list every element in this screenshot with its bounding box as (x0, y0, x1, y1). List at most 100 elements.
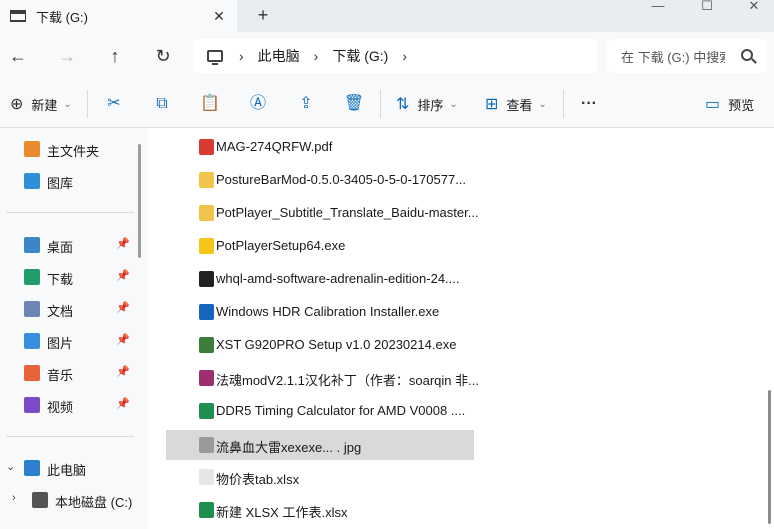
cut-icon[interactable]: ✂ (103, 93, 125, 115)
documents-icon (24, 301, 40, 317)
close-window-button[interactable]: ✕ (734, 0, 774, 14)
copy-icon[interactable]: ⧉ (151, 93, 173, 115)
file-row[interactable]: MAG-274QRFW.pdf (166, 132, 474, 162)
desktop-icon (24, 237, 40, 253)
new-button[interactable]: ⊕ 新建 ⌄ (10, 92, 72, 116)
search-input[interactable]: 在 下载 (G:) 中搜索 (621, 47, 725, 66)
file-row[interactable]: PostureBarMod-0.5.0-3405-0-5-0-170577... (166, 165, 474, 195)
pin-icon[interactable]: 📌 (116, 397, 130, 410)
file-row[interactable]: Windows HDR Calibration Installer.exe (166, 297, 474, 327)
file-type-icon (199, 304, 214, 320)
breadcrumb-downloads[interactable]: 下载 (G:) (332, 46, 388, 66)
nav-item-videos[interactable]: 视频 📌 (0, 391, 140, 419)
file-name: DDR5 Timing Calculator for AMD V0008 ...… (216, 403, 466, 418)
pin-icon[interactable]: 📌 (116, 237, 130, 250)
file-list: MAG-274QRFW.pdf PostureBarMod-0.5.0-3405-… (148, 128, 774, 529)
preview-pane-button[interactable]: ▭ 预览 (705, 92, 754, 116)
rename-icon[interactable]: Ⓐ (247, 93, 269, 115)
file-type-icon (199, 271, 214, 287)
new-tab-button[interactable]: + (252, 4, 274, 26)
view-label: 查看 (506, 97, 533, 113)
pin-icon[interactable]: 📌 (116, 301, 130, 314)
nav-item-downloads[interactable]: 下载 📌 (0, 263, 140, 291)
file-name: 流鼻血大雷xexexe... . jpg (216, 440, 362, 455)
nav-scrollbar[interactable] (138, 144, 141, 258)
tab-downloads[interactable]: 下载 (G:) ✕ (0, 0, 237, 32)
nav-item-desktop[interactable]: 桌面 📌 (0, 231, 140, 259)
nav-item-local-disk-c[interactable]: › 本地磁盘 (C:) (0, 486, 140, 514)
divider (87, 90, 88, 118)
nav-divider (6, 436, 134, 437)
file-row[interactable]: 流鼻血大雷xexexe... . jpg (166, 430, 474, 460)
file-name: whql-amd-software-adrenalin-edition-24..… (216, 271, 460, 286)
breadcrumb-this-pc[interactable]: 此电脑 (258, 46, 300, 66)
pin-icon[interactable]: 📌 (116, 333, 130, 346)
file-row[interactable]: whql-amd-software-adrenalin-edition-24..… (166, 264, 474, 294)
chevron-down-icon: ⌄ (449, 98, 458, 110)
address-bar[interactable]: › 此电脑 › 下载 (G:) › (193, 39, 597, 73)
more-options-icon[interactable]: ··· (578, 93, 600, 115)
back-button[interactable]: ← (6, 44, 30, 68)
preview-pane-icon: ▭ (705, 96, 721, 113)
view-button[interactable]: ⊞ 查看 ⌄ (485, 92, 547, 116)
nav-item-label: 音乐 (47, 368, 74, 383)
file-row[interactable]: PotPlayer_Subtitle_Translate_Baidu-maste… (166, 198, 479, 228)
chevron-right-icon[interactable]: › (12, 492, 16, 504)
up-button[interactable]: ↑ (103, 44, 127, 68)
file-type-icon (199, 469, 214, 485)
file-row[interactable]: PotPlayerSetup64.exe (166, 231, 474, 261)
close-tab-icon[interactable]: ✕ (209, 6, 229, 26)
delete-icon[interactable]: 🗑 (343, 93, 365, 115)
address-row: ← → ↑ ↻ › 此电脑 › 下载 (G:) › 在 下载 (G:) 中搜索 (0, 32, 774, 80)
download-icon (24, 269, 40, 285)
search-icon[interactable] (741, 49, 753, 61)
nav-item-label: 文档 (47, 304, 74, 319)
refresh-button[interactable]: ↻ (151, 44, 175, 68)
nav-item-label: 此电脑 (47, 463, 87, 478)
divider (380, 90, 381, 118)
maximize-button[interactable]: ☐ (687, 0, 727, 14)
file-type-icon (199, 403, 214, 419)
paste-icon[interactable]: 📋 (199, 93, 221, 115)
share-icon[interactable]: ⇪ (295, 93, 317, 115)
chevron-down-icon: ⌄ (63, 98, 72, 110)
search-box[interactable]: 在 下载 (G:) 中搜索 (607, 39, 767, 73)
file-row[interactable]: DDR5 Timing Calculator for AMD V0008 ...… (166, 396, 474, 426)
file-row[interactable]: 新建 XLSX 工作表.xlsx (166, 495, 474, 525)
command-bar: ⊕ 新建 ⌄ ✂ ⧉ 📋 Ⓐ ⇪ 🗑 ⇅ 排序 ⌄ ⊞ 查看 ⌄ ··· ▭ 预… (0, 80, 774, 128)
breadcrumb-separator[interactable]: › (402, 48, 407, 64)
breadcrumb-separator[interactable]: › (239, 48, 244, 64)
nav-item-pictures[interactable]: 图片 📌 (0, 327, 140, 355)
file-type-icon (199, 172, 214, 188)
file-name: XST G920PRO Setup v1.0 20230214.exe (216, 337, 457, 352)
forward-button[interactable]: → (55, 44, 79, 68)
file-type-icon (199, 139, 214, 155)
file-list-scrollbar[interactable] (768, 390, 771, 524)
file-name: PotPlayer_Subtitle_Translate_Baidu-maste… (216, 205, 479, 220)
file-row[interactable]: XST G920PRO Setup v1.0 20230214.exe (166, 330, 474, 360)
nav-divider (6, 212, 134, 213)
sort-button[interactable]: ⇅ 排序 ⌄ (396, 92, 458, 116)
this-pc-icon (24, 460, 40, 476)
nav-item-home[interactable]: 主文件夹 (0, 135, 140, 163)
nav-item-documents[interactable]: 文档 📌 (0, 295, 140, 323)
file-row[interactable]: 物价表tab.xlsx (166, 462, 474, 492)
nav-item-label: 下载 (47, 272, 74, 287)
tab-title: 下载 (G:) (36, 9, 88, 25)
pin-icon[interactable]: 📌 (116, 365, 130, 378)
breadcrumb-separator[interactable]: › (314, 48, 319, 64)
nav-item-label: 图库 (47, 176, 74, 191)
home-icon (24, 141, 40, 157)
gallery-icon (24, 173, 40, 189)
pin-icon[interactable]: 📌 (116, 269, 130, 282)
this-pc-icon (207, 50, 223, 65)
nav-item-label: 图片 (47, 336, 74, 351)
nav-item-this-pc[interactable]: ⌄ 此电脑 (0, 454, 140, 482)
nav-item-gallery[interactable]: 图库 (0, 167, 140, 195)
nav-item-label: 本地磁盘 (C:) (55, 495, 133, 510)
nav-item-music[interactable]: 音乐 📌 (0, 359, 140, 387)
chevron-down-icon[interactable]: ⌄ (6, 460, 15, 473)
file-row[interactable]: 法魂modV2.1.1汉化补丁（作者：soarqin 非... (166, 363, 479, 393)
file-name: 物价表tab.xlsx (216, 472, 300, 487)
minimize-button[interactable]: — (638, 0, 678, 14)
